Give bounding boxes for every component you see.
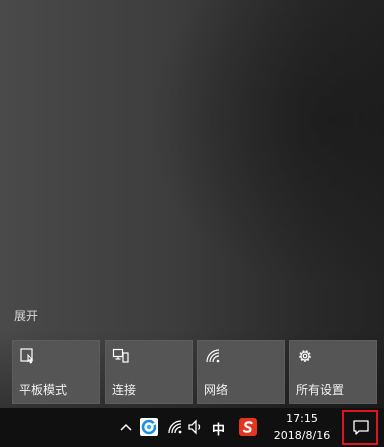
expand-link[interactable]: 展开 xyxy=(14,307,38,324)
wifi-icon[interactable] xyxy=(165,417,185,437)
volume-icon[interactable] xyxy=(186,417,206,437)
clock-date: 2018/8/16 xyxy=(273,429,331,442)
quick-action-label: 连接 xyxy=(112,383,137,397)
taskbar-clock[interactable]: 17:15 2018/8/16 xyxy=(268,410,336,444)
quick-action-tablet-mode[interactable]: 平板模式 xyxy=(12,340,100,404)
tablet-mode-icon xyxy=(20,348,34,364)
notification-button[interactable] xyxy=(342,410,378,445)
browser-icon[interactable] xyxy=(139,417,159,437)
connect-icon xyxy=(112,348,129,363)
action-center-panel: 展开 平板模式 连接 网络 所有设置 xyxy=(0,0,384,408)
taskbar: 中 17:15 2018/8/16 xyxy=(0,408,384,447)
quick-action-all-settings[interactable]: 所有设置 xyxy=(289,340,377,404)
clock-time: 17:15 xyxy=(286,412,318,425)
quick-action-network[interactable]: 网络 xyxy=(197,340,285,404)
quick-action-label: 所有设置 xyxy=(296,383,345,397)
network-icon xyxy=(206,349,220,363)
quick-action-label: 网络 xyxy=(204,383,229,397)
gear-icon xyxy=(299,350,311,362)
chevron-up-icon[interactable] xyxy=(116,417,136,437)
quick-action-connect[interactable]: 连接 xyxy=(105,340,193,404)
quick-actions-row: 平板模式 连接 网络 所有设置 xyxy=(12,340,378,406)
sogou-ime-icon[interactable] xyxy=(239,418,257,436)
notification-icon xyxy=(353,420,369,435)
input-method-indicator[interactable]: 中 xyxy=(212,419,225,438)
quick-action-label: 平板模式 xyxy=(19,383,68,397)
